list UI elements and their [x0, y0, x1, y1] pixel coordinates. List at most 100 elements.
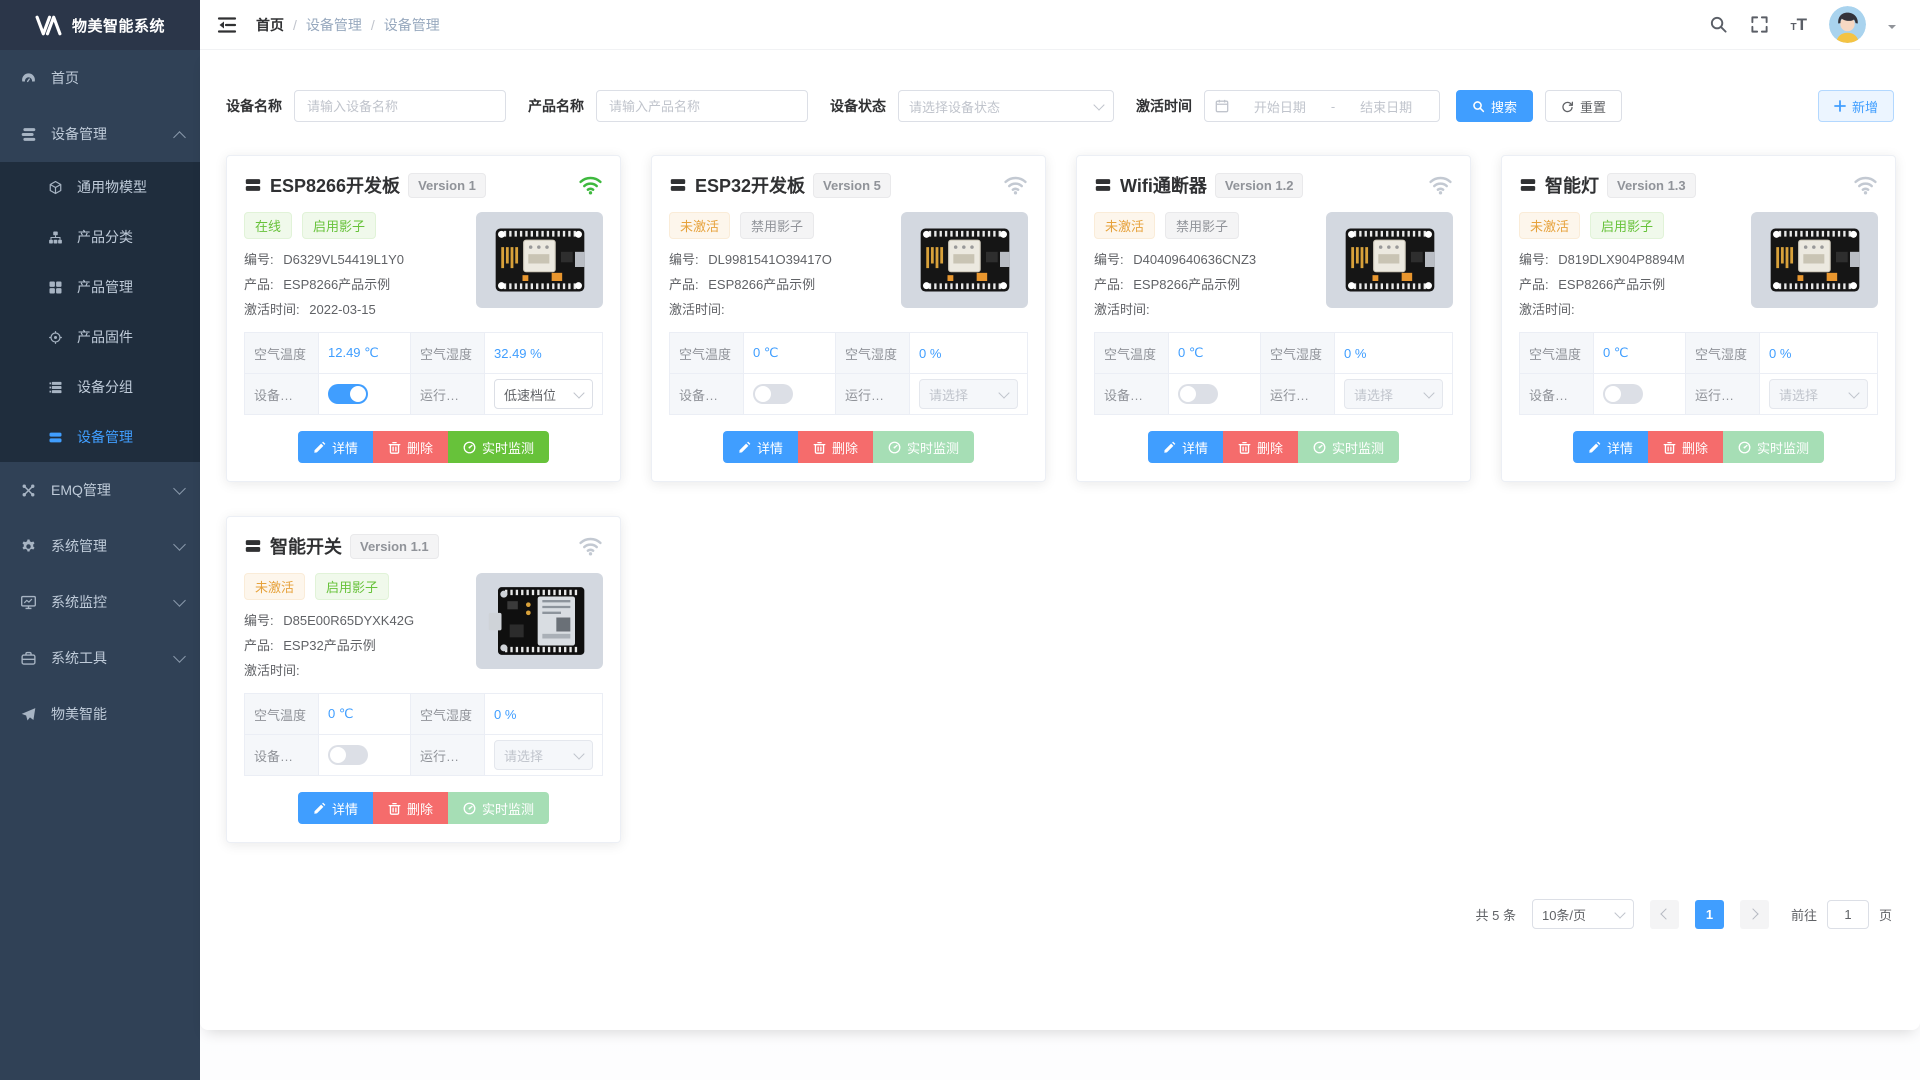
avatar[interactable]: [1829, 6, 1866, 43]
card-actions: 详情 删除 实时监测: [244, 792, 603, 824]
page-size-select[interactable]: 10条/页: [1532, 899, 1634, 929]
device-switch[interactable]: [328, 384, 368, 404]
sidebar-item-system-management[interactable]: 系统管理: [0, 518, 200, 574]
sidebar-item-device-list-active[interactable]: 设备管理: [0, 412, 200, 462]
product-value: ESP8266产品示例: [1133, 277, 1240, 292]
sidebar-item-device-management[interactable]: 设备管理: [0, 106, 200, 162]
monitor-button-label: 实时监测: [1757, 438, 1809, 457]
sidebar-item-product-category[interactable]: 产品分类: [0, 212, 200, 262]
hub-icon: [20, 482, 37, 499]
caret-down-icon[interactable]: [1888, 25, 1896, 33]
page-number-1[interactable]: 1: [1695, 900, 1724, 929]
run-select[interactable]: 低速档位: [494, 379, 593, 409]
monitor-button[interactable]: 实时监测: [873, 431, 974, 463]
device-name-input[interactable]: [294, 90, 506, 122]
goto-page-input[interactable]: [1827, 900, 1869, 929]
run-select[interactable]: 请选择: [1344, 379, 1443, 409]
sidebar-item-label: 系统管理: [51, 536, 107, 556]
sidebar-item-system-monitor[interactable]: 系统监控: [0, 574, 200, 630]
activation-label: 激活时间:: [244, 663, 300, 678]
sidebar-item-home[interactable]: 首页: [0, 50, 200, 106]
monitor-button[interactable]: 实时监测: [1298, 431, 1399, 463]
humidity-value-cell: 0 %: [1760, 333, 1878, 374]
device-card: ESP32开发板 Version 5 未激活 禁用影子 编号: DL998154…: [651, 155, 1046, 482]
temp-label-cell: 空气温度: [1095, 333, 1169, 374]
detail-button[interactable]: 详情: [1148, 431, 1223, 463]
product-label: 产品:: [1094, 277, 1124, 292]
delete-button[interactable]: 删除: [1648, 431, 1723, 463]
fullscreen-icon[interactable]: [1750, 15, 1769, 34]
device-name-label: 设备名称: [226, 96, 282, 116]
sidebar-item-thing-model[interactable]: 通用物模型: [0, 162, 200, 212]
card-info: 在线 启用影子 编号: D6329VL54419L1Y0 产品: ESP8266…: [244, 212, 462, 322]
sidebar-item-product-management[interactable]: 产品管理: [0, 262, 200, 312]
sidebar-collapse-icon[interactable]: [216, 14, 238, 36]
prev-page-button[interactable]: [1650, 900, 1679, 929]
monitor-button-label: 实时监测: [1332, 438, 1384, 457]
serial-line: 编号: D819DLX904P8894M: [1519, 247, 1737, 272]
sidebar-item-label: 产品固件: [77, 327, 133, 347]
delete-button[interactable]: 删除: [373, 792, 448, 824]
pagination-total: 共 5 条: [1476, 905, 1516, 924]
detail-button[interactable]: 详情: [298, 431, 373, 463]
chevron-down-icon: [173, 538, 186, 551]
sidebar-item-emq[interactable]: EMQ管理: [0, 462, 200, 518]
sidebar-item-product-firmware[interactable]: 产品固件: [0, 312, 200, 362]
detail-button[interactable]: 详情: [723, 431, 798, 463]
product-value: ESP32产品示例: [283, 638, 375, 653]
delete-button[interactable]: 删除: [798, 431, 873, 463]
switch-label-cell: 设备…: [1095, 374, 1169, 415]
product-name-input[interactable]: [596, 90, 808, 122]
run-select[interactable]: 请选择: [494, 740, 593, 770]
detail-button[interactable]: 详情: [298, 792, 373, 824]
board-esp8266: [909, 219, 1021, 301]
breadcrumb-current: 设备管理: [384, 15, 440, 35]
device-switch[interactable]: [328, 745, 368, 765]
product-line: 产品: ESP8266产品示例: [1094, 272, 1312, 297]
sidebar-item-device-group[interactable]: 设备分组: [0, 362, 200, 412]
run-select-value: 低速档位: [504, 385, 556, 404]
device-switch[interactable]: [1603, 384, 1643, 404]
monitor-button[interactable]: 实时监测: [1723, 431, 1824, 463]
chevron-down-icon: [1093, 99, 1104, 110]
breadcrumb-home[interactable]: 首页: [256, 15, 284, 35]
app-logo: 物美智能系统: [0, 0, 200, 50]
temp-value-cell: 12.49 ℃: [319, 333, 411, 374]
sidebar-item-system-tools[interactable]: 系统工具: [0, 630, 200, 686]
board-esp8266: [1334, 219, 1446, 301]
add-button[interactable]: 新增: [1818, 90, 1894, 122]
monitor-button[interactable]: 实时监测: [448, 431, 549, 463]
font-size-icon[interactable]: [1791, 16, 1808, 33]
dashboard-icon: [20, 70, 37, 87]
delete-button[interactable]: 删除: [373, 431, 448, 463]
search-button-label: 搜索: [1491, 97, 1517, 116]
run-select[interactable]: 请选择: [919, 379, 1018, 409]
board-esp8266: [1759, 219, 1871, 301]
gear-icon: [20, 538, 37, 555]
serial-label: 编号:: [1519, 252, 1549, 267]
table-row: 设备… 运行… 请选择: [670, 374, 1028, 415]
monitor-button[interactable]: 实时监测: [448, 792, 549, 824]
delete-button[interactable]: 删除: [1223, 431, 1298, 463]
server-icon: [1094, 176, 1112, 194]
device-switch[interactable]: [1178, 384, 1218, 404]
activation-date-range[interactable]: 开始日期 - 结束日期: [1204, 90, 1440, 122]
reset-button[interactable]: 重置: [1545, 90, 1622, 122]
device-status-select[interactable]: 请选择设备状态: [898, 90, 1114, 122]
server-icon: [244, 537, 262, 555]
run-select[interactable]: 请选择: [1769, 379, 1868, 409]
run-select-value: 请选择: [1779, 385, 1818, 404]
detail-button[interactable]: 详情: [1573, 431, 1648, 463]
card-body: 未激活 启用影子 编号: D85E00R65DYXK42G 产品: ESP32产…: [244, 573, 603, 683]
next-page-button[interactable]: [1740, 900, 1769, 929]
search-icon[interactable]: [1709, 15, 1728, 34]
device-switch[interactable]: [753, 384, 793, 404]
device-card: Wifi通断器 Version 1.2 未激活 禁用影子 编号: D404096…: [1076, 155, 1471, 482]
product-value: ESP8266产品示例: [1558, 277, 1665, 292]
detail-button-label: 详情: [1182, 438, 1208, 457]
sidebar-item-wumei[interactable]: 物美智能: [0, 686, 200, 742]
search-button[interactable]: 搜索: [1456, 90, 1533, 122]
switch-cell: [744, 374, 836, 415]
gauge-icon: [1738, 441, 1751, 454]
sidebar-item-label: 产品管理: [77, 277, 133, 297]
